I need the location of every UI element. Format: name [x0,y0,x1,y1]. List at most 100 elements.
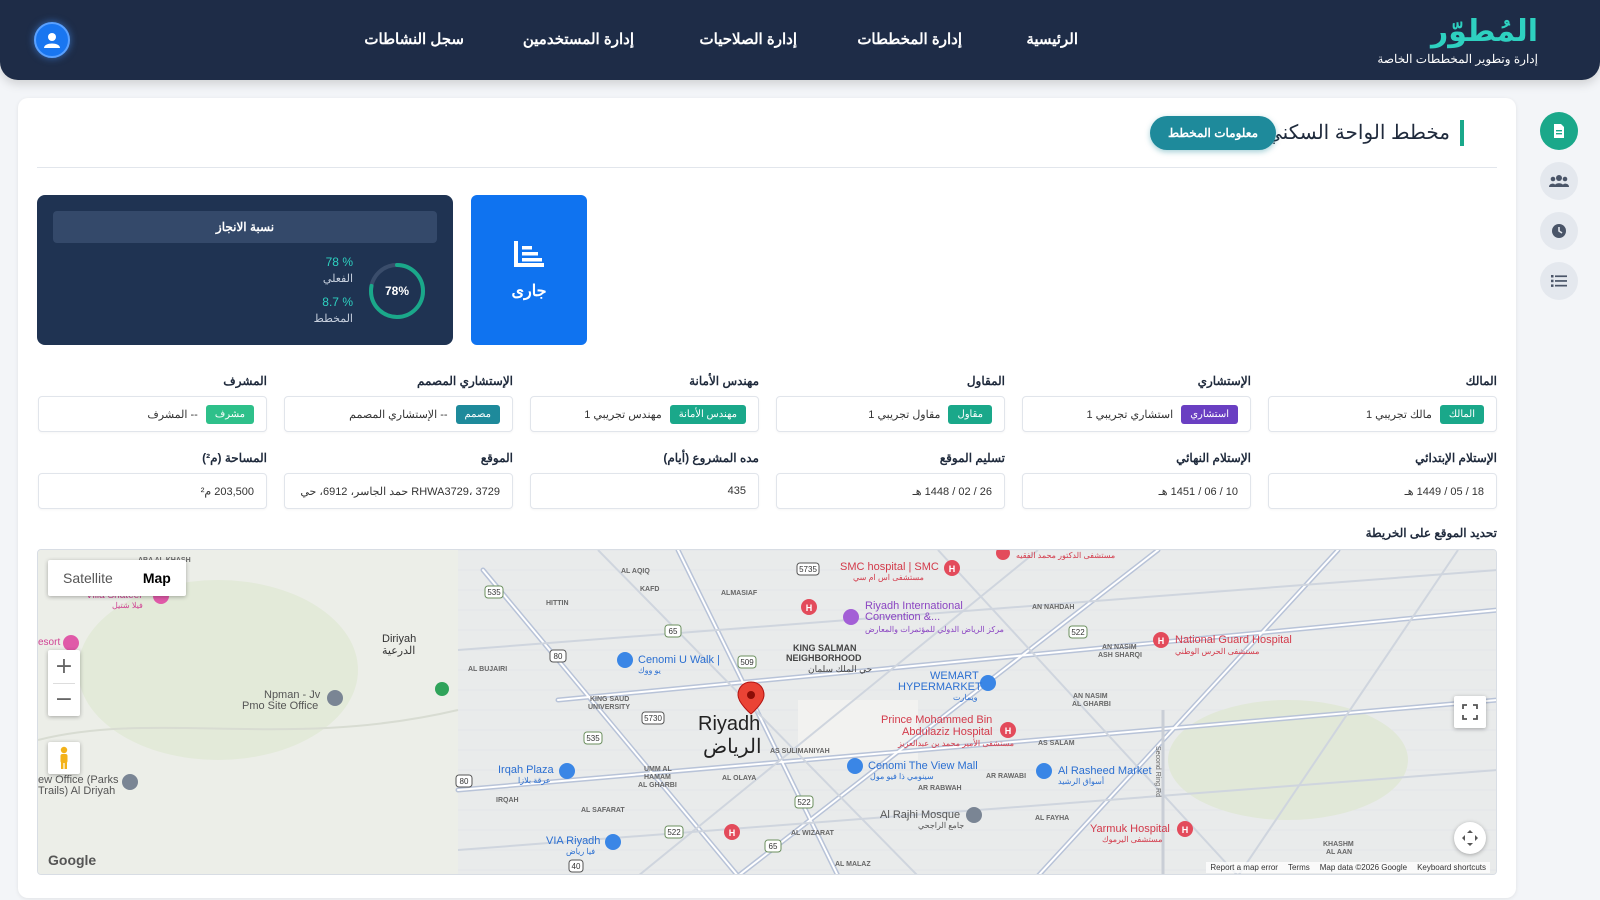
zoom-in-button[interactable]: + [48,651,80,683]
map-type-map[interactable]: Map [128,560,186,596]
map-label-ar-rabwah: AR RABWAH [918,785,962,792]
map-label-office-parks-2: Trails) Al Driyah [38,785,115,797]
route-shield-522c: 522 [667,828,681,837]
document-icon [1554,124,1564,138]
route-shield-522b: 522 [797,798,811,807]
zoom-out-button[interactable]: − [48,684,80,716]
user-icon [44,33,60,48]
consultant-input[interactable]: استشاري استشاري تجريبي 1 [1022,396,1251,432]
planned-stat: % 8.7 المخطط [314,295,353,325]
actual-stat: % 78 الفعلي [323,255,353,285]
final-handover-input[interactable]: 10 / 06 / 1451 هـ [1022,473,1251,509]
municipality-engineer-tag: مهندس الأمانة [669,404,746,424]
nav-home[interactable]: الرئيسية [1026,30,1078,48]
rail-document-button[interactable] [1540,112,1578,150]
plan-details-card: مخطط الواحة السكني معلومات المخطط نسبة ا… [18,98,1516,898]
map-attribution: Report a map error Terms Map data ©2026 … [1206,862,1490,873]
site-delivery-input[interactable]: 26 / 02 / 1448 هـ [776,473,1005,509]
chart-bars-icon [514,241,544,267]
fullscreen-button[interactable] [1454,696,1486,728]
map-widget[interactable]: 535 65 80 509 5730 5735 522 40 65 522 52… [37,549,1497,875]
rail-list-button[interactable] [1540,262,1578,300]
field-label: المساحة (م²) [202,451,267,465]
location-input[interactable]: RHWA3729، 3729 حمد الجاسر، 6912، حي ال [284,473,513,509]
actual-label: الفعلي [322,273,353,285]
keyboard-shortcuts-link[interactable]: Keyboard shortcuts [1417,863,1486,872]
nav-permissions[interactable]: إدارة الصلاحيات [700,30,797,48]
design-consultant-input[interactable]: مصمم -- الإستشاري المصمم [284,396,513,432]
svg-text:H: H [1158,636,1165,646]
field-label: الإستلام النهائي [1176,451,1251,465]
map-label-an-nahdah: AN NAHDAH [1032,604,1074,611]
map-label-national-guard: National Guard Hospital [1175,634,1292,646]
field-label: الإستلام الإبتدائي [1415,451,1497,465]
field-value: RHWA3729، 3729 حمد الجاسر، 6912، حي ال [297,485,500,498]
field-value: مالك تجريبي 1 [1365,408,1432,421]
municipality-engineer-input[interactable]: مهندس الأمانة مهندس تجريبي 1 [530,396,759,432]
map-type-satellite[interactable]: Satellite [48,560,128,596]
route-shield-5735: 5735 [799,565,817,574]
contractor-input[interactable]: مقاول مقاول تجريبي 1 [776,396,1005,432]
move-arrows-icon [1462,830,1478,846]
supervisor-field: المشرف مشرف -- المشرف [38,374,267,432]
rail-users-button[interactable] [1540,162,1578,200]
map-label-an-nasim-sharqi: AN NASIM [1102,644,1137,651]
nav-plans[interactable]: إدارة المخططات [857,30,962,48]
map-label-rajhi: Al Rajhi Mosque [880,809,960,821]
map-label-umm-al-hamam-3: AL GHARBI [638,782,677,789]
project-duration-field: مده المشروع (أيام) 435 [530,451,759,509]
map-label-villa-ar: فيلا شتيل [112,601,143,610]
map-label-al-olaya: AL OLAYA [722,775,756,782]
map-label-cenomi-walk: Cenomi U Walk | [638,654,720,666]
map-label-pmb-ar: مستشفى الأمير محمد بن عبدالعزيز [897,738,1014,748]
plan-info-button[interactable]: معلومات المخطط [1149,116,1276,150]
field-label: الموقع [480,451,513,465]
map-label-pmb-2: Abdulaziz Hospital [902,726,993,738]
planned-value: % 8.7 [322,295,353,309]
actual-value: % 78 [325,255,353,269]
rail-clock-button[interactable] [1540,212,1578,250]
map-label-al-fayha: AL FAYHA [1035,815,1069,822]
field-label: مهندس الأمانة [689,374,759,388]
supervisor-input[interactable]: مشرف -- المشرف [38,396,267,432]
route-shield-80: 80 [554,652,563,661]
map-label-diriyah-ar: الدرعية [382,645,415,657]
map-label-irqah-n: IRQAH [496,797,519,804]
route-shield-522: 522 [1071,628,1085,637]
brand[interactable]: المُطوّر إدارة وتطوير المخططات الخاصة [1377,14,1538,66]
map-label-al-safarat: AL SAFARAT [581,807,625,814]
project-duration-input[interactable]: 435 [530,473,759,509]
contractor-tag: مقاول [948,404,992,424]
initial-handover-input[interactable]: 18 / 05 / 1449 هـ [1268,473,1497,509]
map-label-an-nasim-gharbi-2: AL GHARBI [1072,701,1111,708]
route-shield-80b: 80 [460,777,469,786]
nav-users[interactable]: إدارة المستخدمين [523,30,634,48]
owner-input[interactable]: المالك مالك تجريبي 1 [1268,396,1497,432]
map-label-al-wizarat: AL WIZARAT [791,830,835,837]
route-shield-535: 535 [487,588,501,597]
user-avatar[interactable] [34,22,70,58]
field-label: الإستشاري المصمم [417,374,513,388]
brand-title: المُطوّر [1431,14,1538,49]
map-label-ric-2: Convention &... [865,611,940,623]
map-label-smc: SMC hospital | SMC [840,561,939,573]
route-shield-40: 40 [572,862,581,871]
fullscreen-icon [1462,704,1478,720]
progress-ring: 78% [369,263,425,319]
field-label: الإستشاري [1197,374,1251,388]
nav-activity[interactable]: سجل النشاطات [364,30,464,48]
status-card[interactable]: جارى [471,195,587,345]
map-label-ric-ar: مركز الرياض الدولي للمؤتمرات والمعارض [865,625,1004,634]
consultant-tag: استشاري [1181,404,1238,424]
map-label-rasheed: Al Rasheed Market [1058,765,1152,777]
field-value: 10 / 06 / 1451 هـ [1158,485,1238,498]
terms-link[interactable]: Terms [1288,863,1310,872]
svg-text:H: H [806,603,813,613]
map-canvas[interactable]: 535 65 80 509 5730 5735 522 40 65 522 52… [38,550,1497,875]
progress-card: نسبة الانجاز % 78 الفعلي % 8.7 المخطط 78… [37,195,453,345]
report-map-error-link[interactable]: Report a map error [1210,863,1278,872]
area-input[interactable]: 203,500 م² [38,473,267,509]
street-view-pegman[interactable] [48,742,80,774]
camera-control-button[interactable] [1454,822,1486,854]
supervisor-tag: مشرف [205,404,254,424]
